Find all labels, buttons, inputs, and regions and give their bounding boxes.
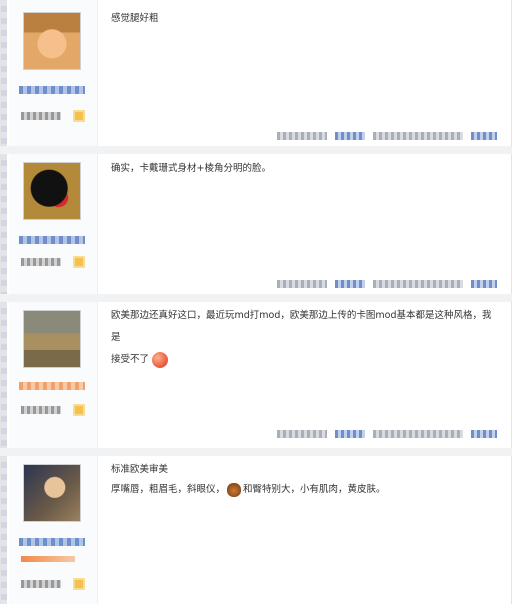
- user-level: [21, 406, 61, 414]
- avatar[interactable]: [23, 162, 81, 220]
- author-column: [9, 0, 98, 146]
- level-badge-icon: [73, 578, 85, 590]
- post-2: 确实，卡戴珊式身材+棱角分明的脸。: [0, 154, 512, 294]
- avatar[interactable]: [23, 12, 81, 70]
- level-badge-icon: [73, 256, 85, 268]
- post-content: 欧美那边还真好这口，最近玩md打mod，欧美那边上传的卡图mod基本都是这种风格…: [111, 305, 497, 371]
- post-meta: [277, 430, 497, 438]
- post-1: 感觉腿好粗: [0, 0, 512, 146]
- post-content: 标准欧美审美 厚嘴唇，粗眉毛，斜眼仪， 和臀特别大，小有肌肉，黄皮肤。: [111, 460, 497, 500]
- post-text-line1: 确实，卡戴珊式身材+棱角分明的脸。: [111, 163, 271, 174]
- user-level: [21, 112, 61, 120]
- username[interactable]: [19, 382, 85, 390]
- level-badge-icon: [73, 110, 85, 122]
- badge-bar: [21, 556, 75, 562]
- panel-edge: [1, 154, 7, 294]
- username[interactable]: [19, 236, 85, 244]
- post-content: 确实，卡戴珊式身材+棱角分明的脸。: [111, 158, 497, 180]
- bear-emoji-icon: [227, 482, 242, 497]
- post-divider: [0, 146, 512, 154]
- post-meta: [277, 280, 497, 288]
- user-level: [21, 580, 61, 588]
- panel-edge: [1, 0, 7, 146]
- post-meta: [277, 132, 497, 140]
- post-divider: [0, 448, 512, 456]
- post-text-line2a: 厚嘴唇，粗眉毛，斜眼仪，: [111, 484, 226, 495]
- author-column: [9, 302, 98, 448]
- avatar[interactable]: [23, 310, 81, 368]
- post-text-line2: 接受不了: [111, 354, 150, 365]
- level-badge-icon: [73, 404, 85, 416]
- post-4: 标准欧美审美 厚嘴唇，粗眉毛，斜眼仪， 和臀特别大，小有肌肉，黄皮肤。: [0, 456, 512, 604]
- post-3: 欧美那边还真好这口，最近玩md打mod，欧美那边上传的卡图mod基本都是这种风格…: [0, 302, 512, 448]
- author-column: [9, 154, 98, 294]
- post-text-line2b: 和臀特别大，小有肌肉，黄皮肤。: [243, 484, 386, 495]
- post-divider: [0, 294, 512, 302]
- username[interactable]: [19, 86, 85, 94]
- panel-edge: [1, 302, 7, 448]
- user-level: [21, 258, 61, 266]
- post-content: 感觉腿好粗: [111, 8, 497, 30]
- post-text-line1: 欧美那边还真好这口，最近玩md打mod，欧美那边上传的卡图mod基本都是这种风格…: [111, 310, 492, 343]
- post-text-line1: 标准欧美审美: [111, 464, 169, 475]
- username[interactable]: [19, 538, 85, 546]
- panel-edge: [1, 456, 7, 604]
- author-column: [9, 456, 98, 604]
- avatar[interactable]: [23, 464, 81, 522]
- post-text-line1: 感觉腿好粗: [111, 13, 159, 24]
- angry-face-emoji-icon: [152, 351, 169, 368]
